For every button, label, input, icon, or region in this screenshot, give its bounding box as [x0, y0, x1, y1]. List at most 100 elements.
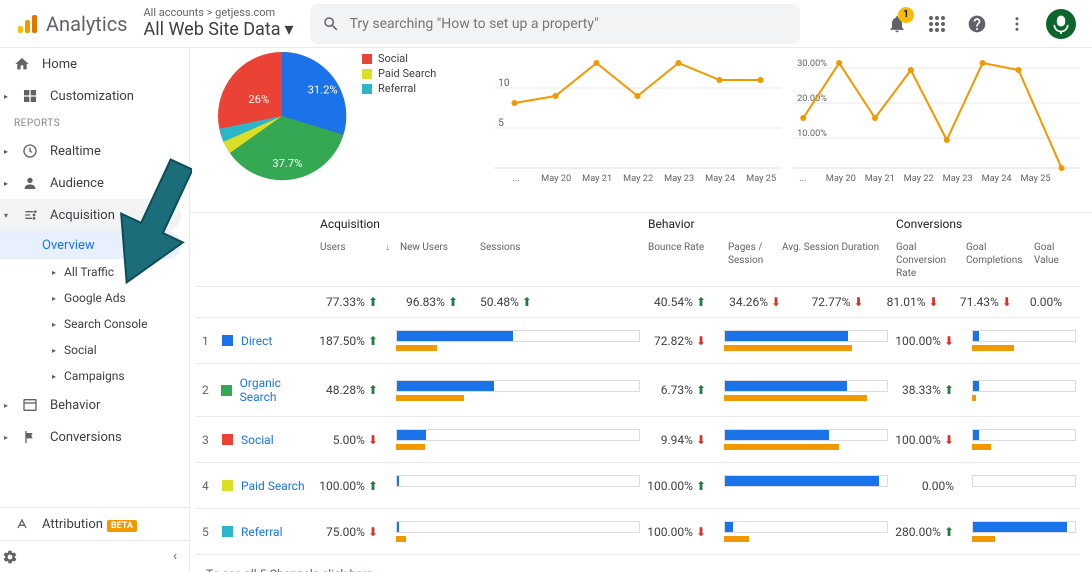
property-name: All Web Site Data — [144, 19, 281, 41]
channel-link[interactable]: Referral — [241, 525, 283, 539]
apps-icon[interactable] — [926, 13, 948, 35]
search-box[interactable] — [310, 4, 800, 44]
sidebar-sub-social[interactable]: Social — [0, 337, 189, 363]
col-sessions[interactable]: Sessions — [476, 241, 556, 280]
cat-behavior: Behavior — [644, 217, 892, 231]
sidebar-sub-campaigns[interactable]: Campaigns — [0, 363, 189, 389]
bar-new-users — [396, 429, 644, 450]
svg-text:May 23: May 23 — [664, 174, 694, 184]
col-pages-session[interactable]: Pages / Session — [724, 241, 772, 280]
channels-table: Acquisition Behavior Conversions Users↓ … — [190, 212, 1092, 572]
account-avatar[interactable] — [1046, 9, 1076, 39]
svg-text:5: 5 — [498, 118, 504, 129]
bar-new-users — [396, 330, 644, 351]
cat-conversions: Conversions — [892, 217, 1080, 231]
account-selector[interactable]: All accounts > getjess.com All Web Site … — [144, 6, 294, 41]
notifications-icon[interactable]: 1 — [886, 13, 908, 35]
col-bounce[interactable]: Bounce Rate — [644, 241, 724, 280]
svg-text:May 21: May 21 — [582, 174, 612, 184]
svg-text:31.2%: 31.2% — [308, 84, 338, 97]
svg-text:...: ... — [512, 174, 519, 184]
col-users[interactable]: Users↓ — [316, 241, 396, 280]
acquisition-icon — [22, 207, 38, 223]
search-icon — [322, 15, 340, 33]
logo-text: Analytics — [46, 12, 128, 36]
table-row: 4 Paid Search100.00% ⬆100.00% ⬆0.00% — [196, 463, 1080, 509]
bar-new-users — [396, 475, 644, 496]
channel-link[interactable]: Social — [241, 433, 274, 447]
bar-pages-session — [724, 380, 892, 401]
col-goal-rate[interactable]: Goal Conversion Rate — [892, 241, 962, 280]
attribution-icon — [14, 516, 30, 532]
table-row: 5 Referral75.00% ⬇100.00% ⬇280.00% ⬆ — [196, 509, 1080, 555]
main-content: 26% 31.2% 37.7% Social Paid Search Refer… — [190, 48, 1092, 572]
chevron-down-icon: ▾ — [285, 19, 294, 41]
see-all-channels: To see all 5 Channels click here. — [196, 555, 1080, 572]
sidebar-collapse-button[interactable]: ‹ — [0, 540, 189, 572]
help-icon[interactable] — [966, 13, 988, 35]
bar-goal-completions — [972, 330, 1080, 351]
sidebar-item-behavior[interactable]: Behavior — [0, 389, 189, 421]
breadcrumb: All accounts > getjess.com — [144, 6, 294, 19]
svg-text:May 24: May 24 — [982, 174, 1012, 184]
svg-text:May 22: May 22 — [623, 174, 653, 184]
line-chart-users: 10 5 ... May 20 May 21 May 22 May 23 May… — [494, 48, 781, 208]
svg-text:...: ... — [799, 174, 806, 184]
behavior-icon — [22, 397, 38, 413]
person-icon — [22, 175, 38, 191]
logo[interactable]: Analytics — [16, 12, 128, 36]
svg-text:May 20: May 20 — [826, 174, 856, 184]
main-header: Analytics All accounts > getjess.com All… — [0, 0, 1092, 48]
svg-text:26%: 26% — [248, 93, 269, 106]
bar-goal-completions — [972, 380, 1080, 401]
bar-pages-session — [724, 429, 892, 450]
sidebar-item-acquisition[interactable]: Acquisition — [0, 199, 181, 231]
summary-row: 77.33% ⬆ 96.83% ⬆ 50.48% ⬆ 40.54% ⬆ 34.2… — [196, 287, 1080, 318]
svg-text:May 22: May 22 — [904, 174, 934, 184]
sidebar-item-audience[interactable]: Audience — [0, 167, 189, 199]
clock-icon — [22, 143, 38, 159]
header-actions: 1 — [886, 9, 1076, 39]
bar-pages-session — [724, 330, 892, 351]
sidebar-item-customization[interactable]: Customization — [0, 80, 189, 112]
col-avg-duration[interactable]: Avg. Session Duration — [772, 241, 892, 280]
bar-new-users — [396, 521, 644, 542]
gear-icon[interactable] — [2, 548, 18, 566]
svg-text:May 25: May 25 — [746, 174, 776, 184]
cat-acquisition: Acquisition — [316, 217, 644, 231]
see-all-link[interactable]: here — [349, 567, 372, 572]
line-chart-conversion: 30.00% 20.00% 10.00% ... May 20 May 21 M… — [793, 48, 1080, 208]
svg-text:May 24: May 24 — [705, 174, 735, 184]
sidebar-sub-overview[interactable]: Overview — [0, 231, 181, 259]
bar-pages-session — [724, 521, 892, 542]
svg-text:37.7%: 37.7% — [272, 157, 302, 170]
sidebar-item-realtime[interactable]: Realtime — [0, 135, 189, 167]
col-goal-value[interactable]: Goal Value — [1030, 241, 1080, 280]
table-row: 3 Social5.00% ⬇9.94% ⬇100.00% ⬇ — [196, 417, 1080, 463]
notification-badge: 1 — [898, 7, 914, 23]
sidebar-item-home[interactable]: Home — [0, 48, 189, 80]
bar-pages-session — [724, 475, 892, 496]
table-row: 2 Organic Search48.28% ⬆6.73% ⬆38.33% ⬆ — [196, 364, 1080, 417]
customization-icon — [22, 88, 38, 104]
bar-goal-completions — [972, 429, 1080, 450]
channel-link[interactable]: Paid Search — [241, 479, 305, 493]
sidebar-sub-google-ads[interactable]: Google Ads — [0, 285, 189, 311]
pie-legend: Social Paid Search Referral — [362, 48, 436, 208]
col-new-users[interactable]: New Users — [396, 241, 476, 280]
sidebar: Home Customization REPORTS Realtime Audi… — [0, 48, 190, 572]
sidebar-item-conversions[interactable]: Conversions — [0, 421, 189, 453]
reports-section-label: REPORTS — [0, 112, 189, 135]
sidebar-sub-search-console[interactable]: Search Console — [0, 311, 189, 337]
sidebar-sub-all-traffic[interactable]: All Traffic — [0, 259, 189, 285]
more-icon[interactable] — [1006, 13, 1028, 35]
svg-text:May 25: May 25 — [1021, 174, 1051, 184]
svg-text:10: 10 — [498, 78, 510, 89]
bar-goal-completions — [972, 475, 1080, 496]
col-goal-completions[interactable]: Goal Completions — [962, 241, 1030, 280]
channel-link[interactable]: Organic Search — [240, 376, 316, 404]
sidebar-item-attribution[interactable]: AttributionBETA — [0, 508, 189, 540]
svg-text:May 21: May 21 — [865, 174, 895, 184]
search-input[interactable] — [350, 16, 788, 32]
channel-link[interactable]: Direct — [241, 334, 272, 348]
